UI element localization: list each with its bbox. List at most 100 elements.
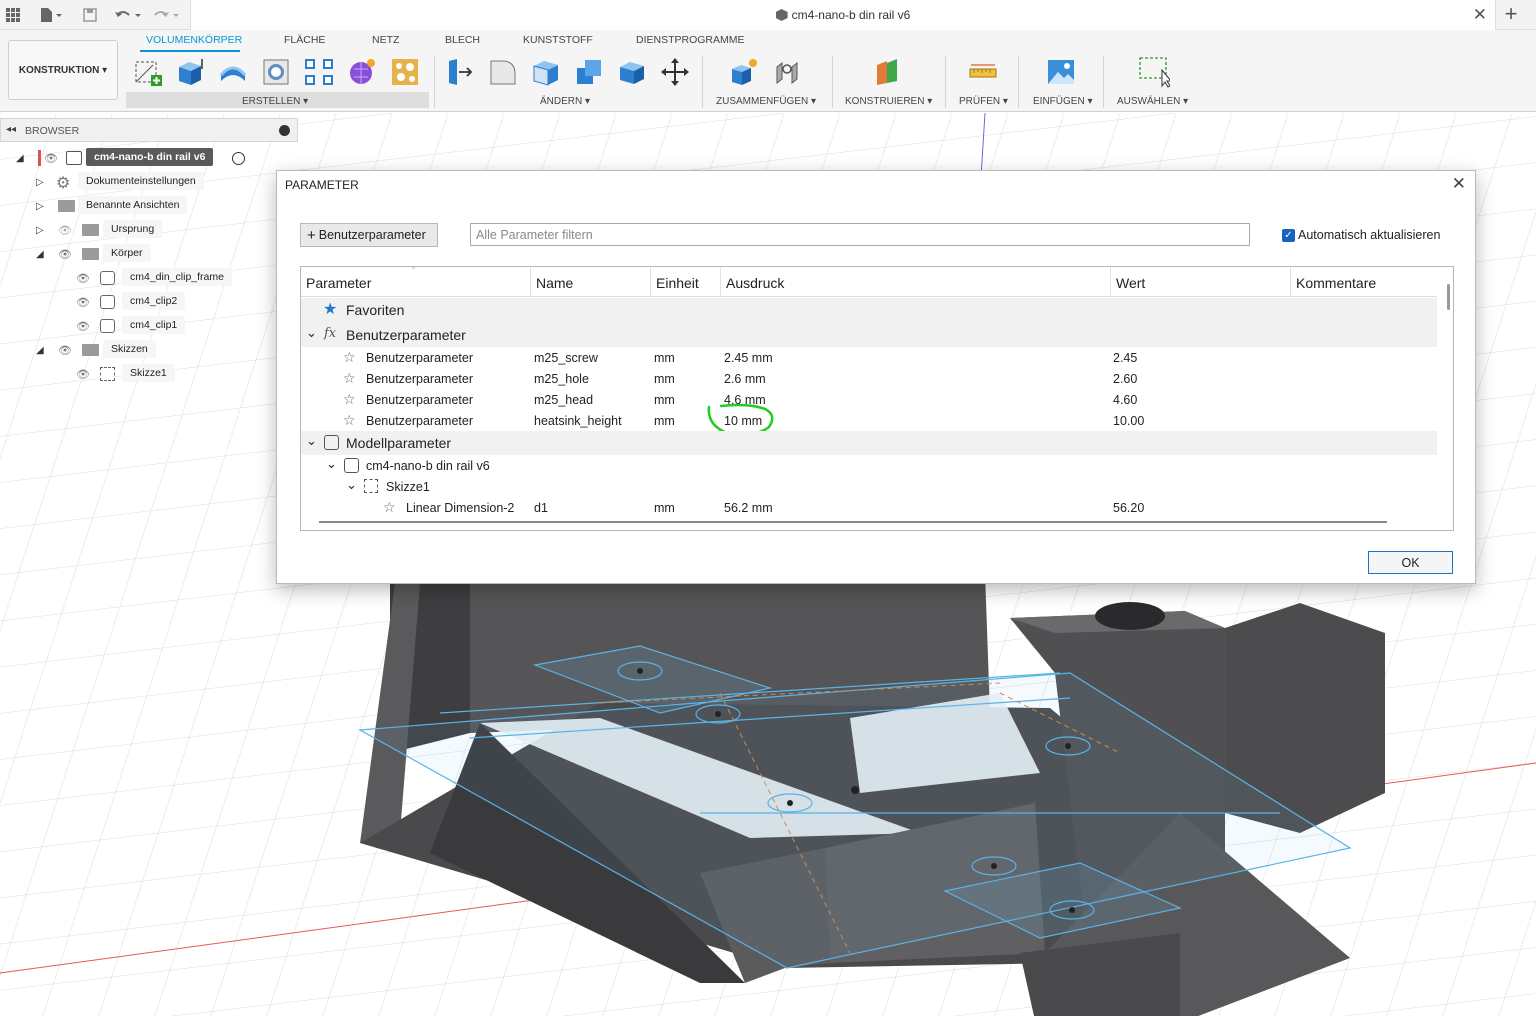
- app-grid-icon[interactable]: [4, 5, 22, 25]
- joint-icon[interactable]: [771, 56, 803, 88]
- column-separator[interactable]: [1290, 267, 1291, 297]
- eye-icon[interactable]: 👁: [76, 272, 90, 285]
- table-row[interactable]: ☆ Benutzerparameter m25_hole mm 2.6 mm 2…: [301, 368, 1437, 389]
- tab-volumenkoerper[interactable]: VOLUMENKÖRPER: [146, 34, 242, 46]
- new-component-icon[interactable]: [728, 56, 760, 88]
- column-separator[interactable]: [1110, 267, 1111, 297]
- star-outline-icon[interactable]: ☆: [343, 349, 356, 366]
- table-row[interactable]: ⌄ cm4-nano-b din rail v6: [301, 455, 1437, 476]
- add-user-parameter-button[interactable]: + Benutzerparameter: [300, 223, 438, 247]
- redo-icon[interactable]: [150, 5, 182, 25]
- table-row[interactable]: ☆ Linear Dimension-2 d1 mm 56.2 mm 56.20: [301, 497, 1437, 518]
- tree-root[interactable]: ◢ 👁 cm4-nano-b din rail v6: [0, 148, 260, 168]
- group-pruefen[interactable]: PRÜFEN ▾: [959, 96, 1008, 107]
- auto-update-checkbox[interactable]: ✓ Automatisch aktualisieren: [1282, 228, 1440, 242]
- shell-icon[interactable]: [530, 56, 562, 88]
- insert-image-icon[interactable]: [1045, 56, 1077, 88]
- column-separator[interactable]: [720, 267, 721, 297]
- tree-item-skizze1[interactable]: 👁 Skizze1: [0, 364, 260, 384]
- tab-dienstprogramme[interactable]: DIENSTPROGRAMME: [636, 34, 745, 46]
- measure-icon[interactable]: [967, 56, 999, 88]
- group-auswaehlen[interactable]: AUSWÄHLEN ▾: [1117, 96, 1188, 107]
- revolve-icon[interactable]: [217, 56, 249, 88]
- expand-triangle-icon[interactable]: ▷: [36, 225, 44, 236]
- chevron-down-icon[interactable]: ⌄: [346, 477, 357, 493]
- collapse-browser-icon[interactable]: ◂◂: [6, 124, 16, 135]
- workspace-selector[interactable]: KONSTRUKTION ▾: [8, 40, 118, 100]
- group-einfuegen[interactable]: EINFÜGEN ▾: [1033, 96, 1092, 107]
- create-sketch-icon[interactable]: [132, 56, 164, 88]
- form-icon[interactable]: [346, 56, 378, 88]
- mesh-pattern-icon[interactable]: [389, 56, 421, 88]
- undo-icon[interactable]: [112, 5, 144, 25]
- hole-icon[interactable]: [260, 56, 292, 88]
- eye-hidden-icon[interactable]: 👁: [58, 224, 72, 237]
- group-konstruieren[interactable]: KONSTRUIEREN ▾: [845, 96, 932, 107]
- column-separator[interactable]: [530, 267, 531, 297]
- new-tab-icon[interactable]: +: [1498, 3, 1524, 27]
- split-body-icon[interactable]: [616, 56, 648, 88]
- eye-icon[interactable]: 👁: [58, 248, 72, 261]
- table-row[interactable]: ☆ Benutzerparameter heatsink_height mm 1…: [301, 403, 1437, 436]
- ok-button[interactable]: OK: [1368, 551, 1453, 574]
- tree-item-body[interactable]: 👁 cm4_din_clip_frame: [0, 268, 260, 288]
- group-erstellen[interactable]: ERSTELLEN ▾: [242, 96, 308, 107]
- close-dialog-icon[interactable]: ✕: [1452, 174, 1466, 194]
- eye-icon[interactable]: 👁: [58, 344, 72, 357]
- close-document-icon[interactable]: ✕: [1473, 5, 1487, 25]
- offset-plane-icon[interactable]: [872, 56, 904, 88]
- section-modellparameter[interactable]: ⌄ Modellparameter: [301, 431, 1437, 455]
- expand-triangle-icon[interactable]: ◢: [16, 153, 24, 164]
- expand-triangle-icon[interactable]: ◢: [36, 249, 44, 260]
- column-einheit[interactable]: Einheit: [656, 275, 699, 291]
- group-zusammenfuegen[interactable]: ZUSAMMENFÜGEN ▾: [716, 96, 816, 107]
- tree-item-benannte-ansichten[interactable]: ▷ Benannte Ansichten: [0, 196, 260, 216]
- column-kommentare[interactable]: Kommentare: [1296, 275, 1376, 291]
- tree-item-body[interactable]: 👁 cm4_clip2: [0, 292, 260, 312]
- tab-flaeche[interactable]: FLÄCHE: [284, 34, 325, 46]
- activate-radio-icon[interactable]: [232, 152, 245, 165]
- horizontal-scrollbar[interactable]: [319, 521, 1387, 523]
- filter-input[interactable]: Alle Parameter filtern: [470, 223, 1250, 246]
- tree-item-body[interactable]: 👁 cm4_clip1: [0, 316, 260, 336]
- eye-icon[interactable]: 👁: [76, 320, 90, 333]
- file-menu-icon[interactable]: [36, 5, 66, 25]
- column-wert[interactable]: Wert: [1116, 275, 1145, 291]
- table-row[interactable]: ⌄ Skizze1: [301, 476, 1437, 497]
- fillet-icon[interactable]: [487, 56, 519, 88]
- save-icon[interactable]: [80, 5, 100, 25]
- move-icon[interactable]: [659, 56, 691, 88]
- tree-item-ursprung[interactable]: ▷ 👁 Ursprung: [0, 220, 260, 240]
- chevron-down-icon[interactable]: ⌄: [306, 433, 317, 449]
- tree-item-koerper[interactable]: ◢ 👁 Körper: [0, 244, 260, 264]
- expand-triangle-icon[interactable]: ▷: [36, 201, 44, 212]
- extrude-icon[interactable]: [174, 56, 206, 88]
- press-pull-icon[interactable]: [444, 56, 476, 88]
- tree-item-skizzen[interactable]: ◢ 👁 Skizzen: [0, 340, 260, 360]
- tree-item-dokumenteinstellungen[interactable]: ▷ ⚙ Dokumenteinstellungen: [0, 172, 260, 192]
- star-outline-icon[interactable]: ☆: [343, 391, 356, 408]
- pattern-icon[interactable]: [303, 56, 335, 88]
- eye-icon[interactable]: 👁: [76, 296, 90, 309]
- section-favoriten[interactable]: ★ Favoriten: [301, 298, 1437, 322]
- tab-kunststoff[interactable]: KUNSTSTOFF: [523, 34, 593, 46]
- table-row[interactable]: ☆ Benutzerparameter m25_screw mm 2.45 mm…: [301, 347, 1437, 368]
- eye-icon[interactable]: 👁: [76, 368, 90, 381]
- star-outline-icon[interactable]: ☆: [343, 370, 356, 387]
- table-row[interactable]: ☆ Benutzerparameter m25_head mm 4.6 mm 4…: [301, 389, 1437, 410]
- select-icon[interactable]: [1138, 56, 1170, 88]
- column-parameter[interactable]: Parameter: [306, 275, 371, 291]
- star-outline-icon[interactable]: ☆: [383, 499, 396, 516]
- column-ausdruck[interactable]: Ausdruck: [726, 275, 784, 291]
- chevron-down-icon[interactable]: ⌄: [326, 456, 337, 472]
- chevron-down-icon[interactable]: ⌄: [306, 325, 317, 341]
- eye-icon[interactable]: 👁: [44, 152, 58, 165]
- document-tab[interactable]: cm4-nano-b din rail v6 ✕: [190, 0, 1496, 30]
- group-aendern[interactable]: ÄNDERN ▾: [540, 96, 590, 107]
- star-outline-icon[interactable]: ☆: [343, 412, 356, 429]
- expand-triangle-icon[interactable]: ◢: [36, 345, 44, 356]
- combine-icon[interactable]: [573, 56, 605, 88]
- vertical-scrollbar[interactable]: [1447, 284, 1450, 310]
- section-benutzerparameter[interactable]: ⌄ fx Benutzerparameter: [301, 322, 1437, 347]
- column-separator[interactable]: [650, 267, 651, 297]
